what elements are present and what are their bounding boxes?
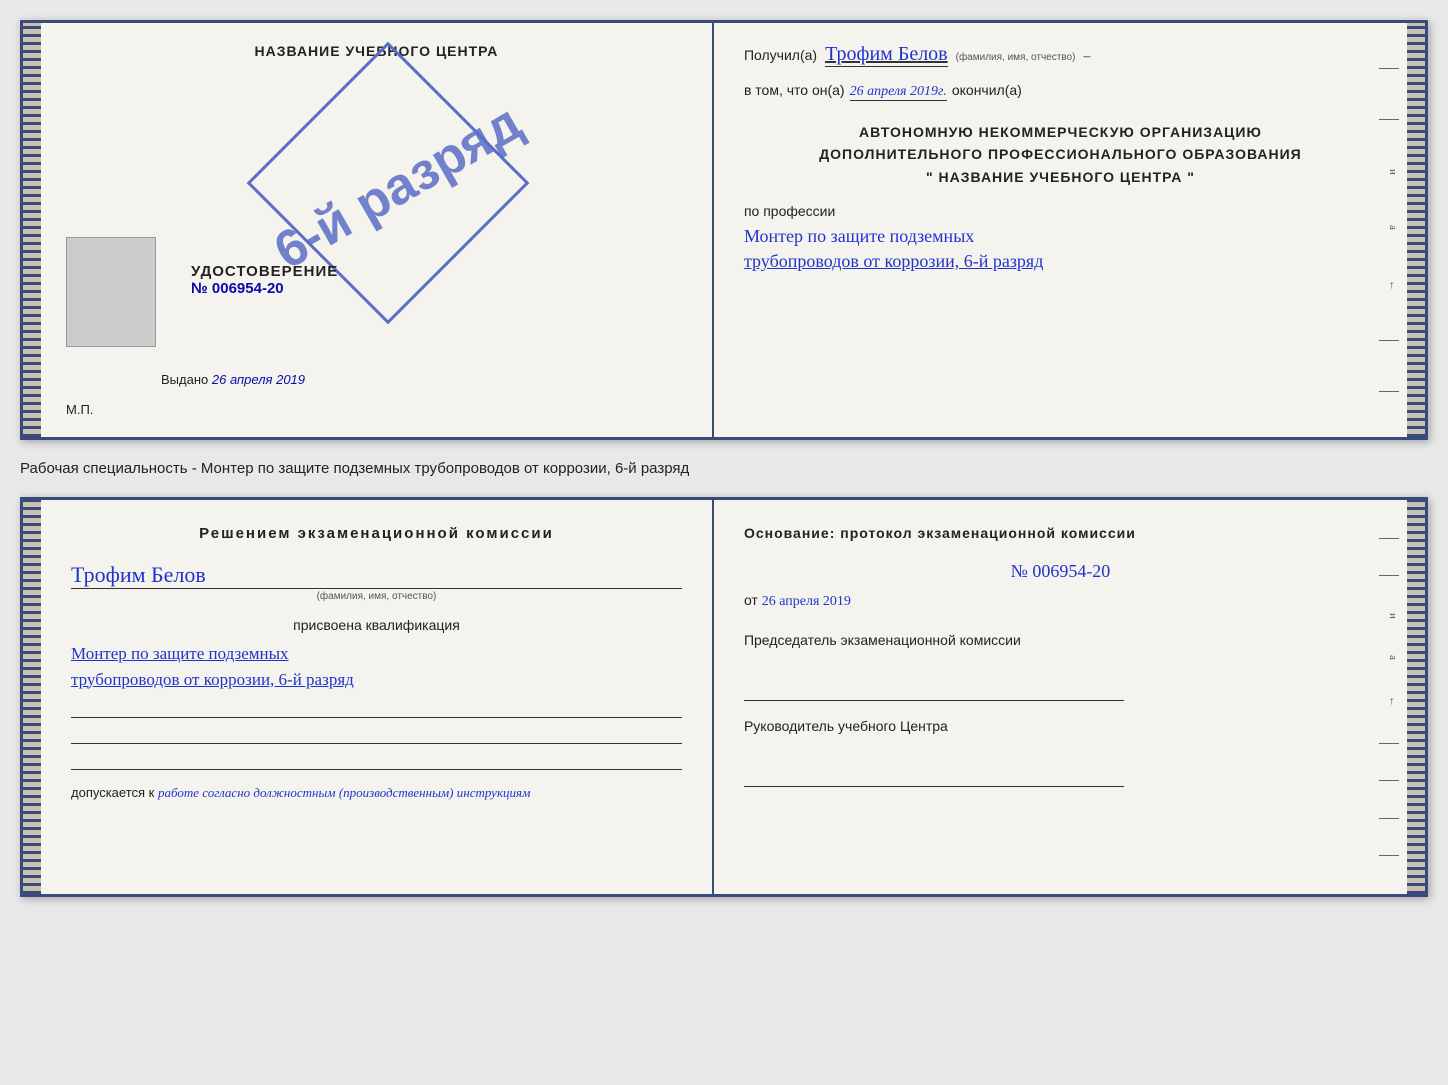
cert-number: № 006954-20 (191, 280, 338, 297)
basis-heading: Основание: протокол экзаменационной коми… (744, 525, 1377, 541)
org-line3: " НАЗВАНИЕ УЧЕБНОГО ЦЕНТРА " (744, 166, 1377, 188)
committee-label: Председатель экзаменационной комиссии (744, 630, 1377, 651)
bottom-side-dash-2 (1379, 575, 1399, 576)
admitted-prefix: допускается к (71, 785, 154, 800)
decision-heading: Решением экзаменационной комиссии (71, 525, 682, 542)
profession-hw2: трубопроводов от коррозии, 6-й разряд (744, 249, 1377, 274)
mp-label: М.П. (66, 402, 93, 417)
date-prefix: в том, что он(а) (744, 82, 845, 98)
issued-line: Выдано 26 апреля 2019 (161, 372, 305, 387)
bottom-right-panel: Основание: протокол экзаменационной коми… (714, 500, 1407, 894)
org-block: АВТОНОМНУЮ НЕКОММЕРЧЕСКУЮ ОРГАНИЗАЦИЮ ДО… (744, 121, 1377, 188)
org-line2: ДОПОЛНИТЕЛЬНОГО ПРОФЕССИОНАЛЬНОГО ОБРАЗО… (744, 143, 1377, 165)
right-side-dashes: и а ← (1379, 23, 1399, 437)
issued-prefix: Выдано (161, 372, 208, 387)
bottom-side-dash-1 (1379, 538, 1399, 539)
bottom-right-sidebar (1407, 500, 1425, 894)
person-name-top: Трофим Белов (825, 43, 948, 67)
bottom-right-side-dashes: и а ← (1379, 500, 1399, 894)
bottom-left-panel: Решением экзаменационной комиссии Трофим… (41, 500, 714, 894)
protocol-number: № 006954-20 (744, 561, 1377, 582)
cert-label: УДОСТОВЕРЕНИЕ (191, 263, 338, 280)
bottom-person-block: Трофим Белов (фамилия, имя, отчество) (71, 562, 682, 602)
top-document: НАЗВАНИЕ УЧЕБНОГО ЦЕНТРА 6-й разряд УДОС… (20, 20, 1428, 440)
name-subtitle-wrapper: (фамилия, имя, отчество) (956, 52, 1076, 63)
date-value: 26 апреля 2019г. (850, 84, 947, 101)
bottom-side-dash-6 (1379, 855, 1399, 856)
side-label-arrow: ← (1379, 280, 1399, 291)
date-line: в том, что он(а) 26 апреля 2019г. окончи… (744, 82, 1377, 101)
underline-1 (71, 698, 682, 718)
side-dash-2 (1379, 119, 1399, 120)
bottom-person-subtitle: (фамилия, имя, отчество) (71, 591, 682, 602)
cert-info: УДОСТОВЕРЕНИЕ № 006954-20 (191, 223, 338, 297)
right-panel: Получил(а) Трофим Белов (фамилия, имя, о… (714, 23, 1407, 437)
from-date-line: от 26 апреля 2019 (744, 592, 1377, 610)
director-label: Руководитель учебного Центра (744, 716, 1377, 737)
specialty-bar: Рабочая специальность - Монтер по защите… (20, 452, 1428, 485)
bottom-document: Решением экзаменационной комиссии Трофим… (20, 497, 1428, 897)
date-suffix: окончил(а) (952, 82, 1022, 98)
bottom-side-label-arrow: ← (1379, 696, 1399, 707)
page-wrapper: НАЗВАНИЕ УЧЕБНОГО ЦЕНТРА 6-й разряд УДОС… (20, 20, 1428, 897)
received-label: Получил(а) (744, 47, 817, 63)
side-dash-4 (1379, 391, 1399, 392)
profession-hw1: Монтер по защите подземных (744, 224, 1377, 249)
underline-2 (71, 724, 682, 744)
side-label-a: а (1379, 225, 1399, 230)
qualification-hw: Монтер по защите подземных трубопроводов… (71, 641, 682, 692)
received-line: Получил(а) Трофим Белов (фамилия, имя, о… (744, 43, 1377, 67)
bottom-side-dash-4 (1379, 780, 1399, 781)
qual-hw2: трубопроводов от коррозии, 6-й разряд (71, 667, 682, 693)
side-dash-3 (1379, 340, 1399, 341)
bottom-side-dash-5 (1379, 818, 1399, 819)
underline-3 (71, 750, 682, 770)
left-sidebar-decoration (23, 23, 41, 437)
right-sidebar-decoration (1407, 23, 1425, 437)
bottom-person-name: Трофим Белов (71, 562, 682, 589)
admitted-label: допускается к работе согласно должностны… (71, 785, 682, 801)
bottom-side-label-i: и (1379, 613, 1399, 619)
qualification-label: присвоена квалификация (71, 617, 682, 633)
photo-box (66, 237, 156, 347)
issued-date: 26 апреля 2019 (212, 372, 305, 387)
dash-1: – (1083, 49, 1090, 65)
chairman-signature-line (744, 681, 1124, 701)
director-signature-line (744, 767, 1124, 787)
bottom-side-dash-3 (1379, 743, 1399, 744)
from-prefix: от (744, 592, 758, 608)
side-label-i: и (1379, 169, 1399, 175)
bottom-left-sidebar (23, 500, 41, 894)
admitted-hw: работе согласно должностным (производств… (158, 785, 530, 800)
bottom-side-label-a: а (1379, 655, 1399, 660)
profession-hw: Монтер по защите подземных трубопроводов… (744, 224, 1377, 274)
qual-hw1: Монтер по защите подземных (71, 641, 682, 667)
from-date-value: 26 апреля 2019 (762, 594, 851, 609)
org-line1: АВТОНОМНУЮ НЕКОММЕРЧЕСКУЮ ОРГАНИЗАЦИЮ (744, 121, 1377, 143)
side-dash-1 (1379, 68, 1399, 69)
profession-label: по профессии (744, 203, 1377, 219)
left-panel: НАЗВАНИЕ УЧЕБНОГО ЦЕНТРА 6-й разряд УДОС… (41, 23, 714, 437)
person-subtitle-top: (фамилия, имя, отчество) (956, 52, 1076, 63)
